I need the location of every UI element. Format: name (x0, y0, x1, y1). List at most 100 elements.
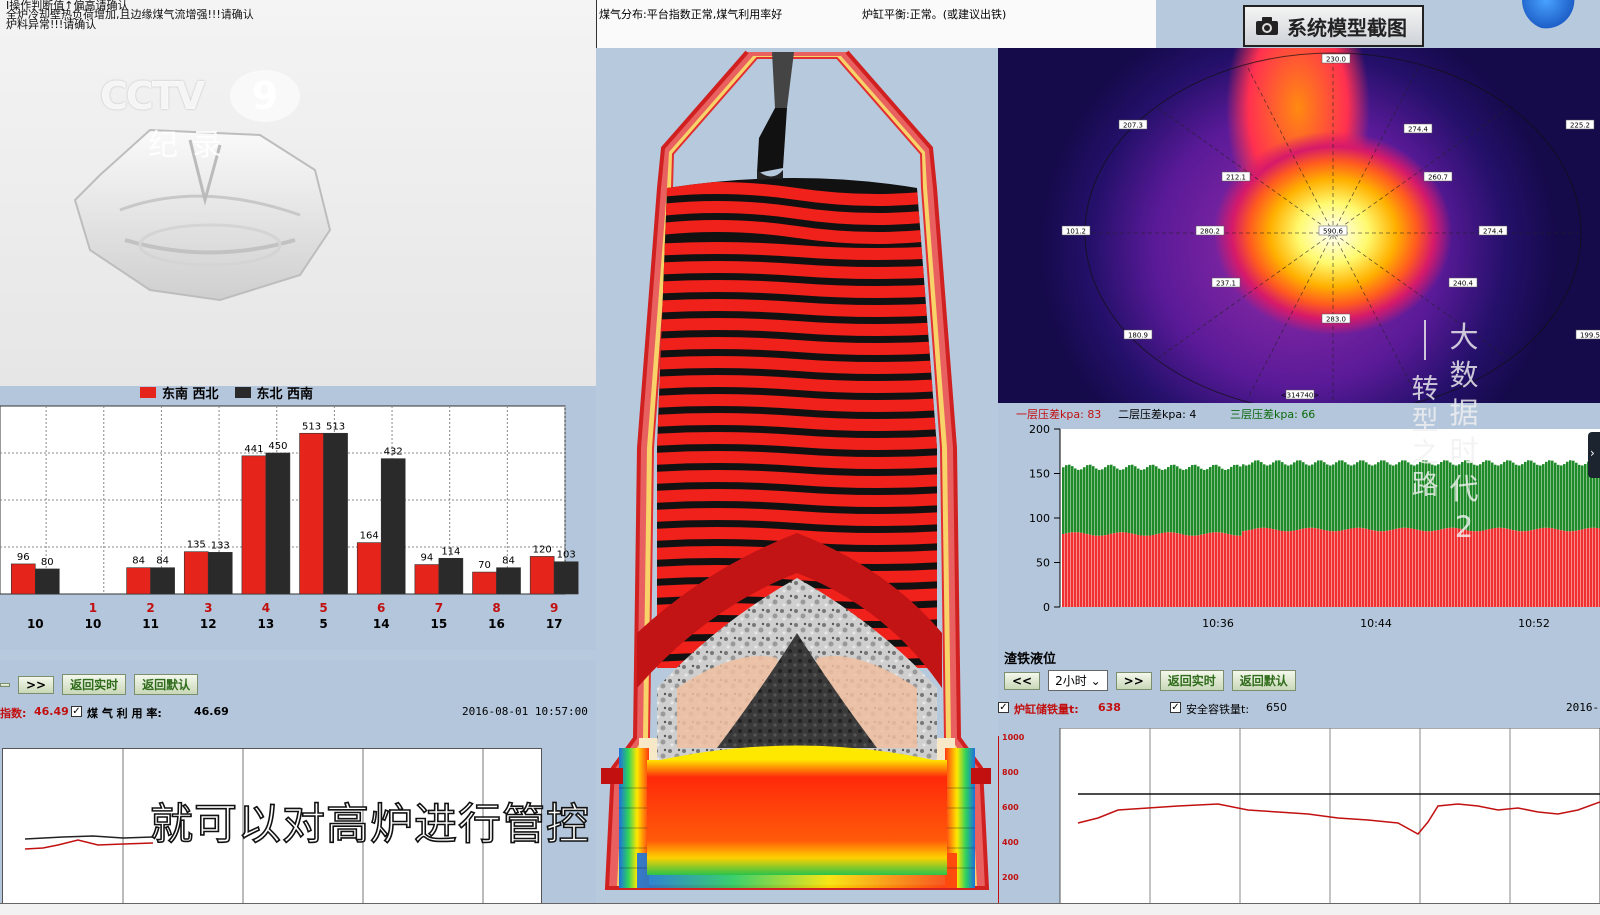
stack-bar-green (1485, 460, 1488, 530)
stack-bar-red (1377, 531, 1380, 607)
pressure-l1-label: 一层压差kpa: (1016, 408, 1084, 421)
stack-bar-red (1305, 528, 1308, 607)
stack-bar-green (1305, 464, 1308, 529)
stack-bar-red (1551, 528, 1554, 607)
stack-bar-red (1233, 535, 1236, 607)
stack-bar-green (1299, 460, 1302, 530)
blast-furnace-cross-section (601, 50, 991, 890)
time-range-select[interactable]: 2小时 ⌄ (1048, 670, 1108, 691)
stack-bar-red (1080, 532, 1083, 607)
pressure-l2-value: 4 (1189, 408, 1197, 421)
stack-bar-green (1521, 464, 1524, 532)
stack-bar-green (1170, 465, 1173, 533)
bar-chart: 96 801011084 84211135 133312441 450413513 513… (0, 405, 579, 631)
stack-bar-red (1554, 528, 1557, 607)
stack-bar-red (1290, 531, 1293, 607)
bar-southeast-northwest (356, 542, 382, 595)
stack-bar-green (1539, 465, 1542, 529)
stack-bar-red (1131, 533, 1134, 607)
stack-bar-green (1404, 460, 1407, 528)
return-default-button[interactable]: 返回默认 (134, 674, 199, 695)
stack-bar-red (1587, 528, 1590, 607)
stack-bar-green (1173, 464, 1176, 533)
safe-capacity-checkbox[interactable]: ✓ (1170, 702, 1181, 713)
stack-bar-green (1578, 464, 1581, 531)
next-button-right[interactable]: >> (1115, 671, 1152, 690)
heatmap-label: 101.2 (1066, 228, 1086, 236)
stack-bar-red (1086, 534, 1089, 607)
bar-northeast-southwest (150, 567, 175, 595)
stack-bar-red (1560, 530, 1563, 607)
stack-bar-green (1062, 467, 1065, 535)
iron-level-line-chart: 1000 800 600 400 200 (998, 728, 1600, 913)
stack-bar-green (1191, 465, 1194, 536)
stack-bar-red (1302, 528, 1305, 607)
stack-bar-red (1494, 528, 1497, 607)
return-default-button-right[interactable]: 返回默认 (1231, 670, 1296, 691)
next-button[interactable]: >> (18, 675, 55, 694)
stack-bar-red (1245, 530, 1248, 607)
stack-bar-green (1146, 467, 1149, 536)
system-model-screenshot-button[interactable]: 系统模型截图 (1243, 5, 1424, 47)
prev-partial-button[interactable] (0, 682, 10, 687)
tap-hole-left (601, 768, 623, 784)
stack-bar-green (1512, 462, 1515, 531)
stack-bar-green (1200, 468, 1203, 535)
heatmap-label: 212.1 (1226, 174, 1246, 182)
stack-bar-red (1485, 529, 1488, 607)
heatmap-label: 280.2 (1200, 228, 1220, 236)
stack-bar-red (1119, 532, 1122, 607)
stack-bar-green (1359, 460, 1362, 528)
heatmap-label: 274.4 (1408, 126, 1429, 134)
pressure-stacked-chart: 200 150 100 50 0 10:36 10:44 10:52 (1029, 423, 1600, 630)
logo-subtitle: 纪录 (148, 128, 236, 163)
stack-bar-green (1119, 469, 1122, 533)
stack-bar-green (1212, 464, 1215, 533)
bar-value-label: 114 (441, 546, 460, 557)
bar-value-label: 513 (326, 421, 345, 432)
stack-bar-green (1227, 469, 1230, 535)
stack-bar-green (1329, 465, 1332, 532)
prev-button[interactable]: << (1004, 671, 1041, 690)
index-value: 46.49 (34, 705, 69, 718)
stack-bar-red (1065, 533, 1068, 607)
bar-southeast-northwest (529, 556, 555, 595)
stack-bar-green (1320, 460, 1323, 530)
stack-bar-red (1257, 528, 1260, 607)
stack-bar-red (1536, 528, 1539, 607)
bar-value-label: 441 (244, 444, 263, 455)
stack-bar-green (1290, 464, 1293, 532)
stack-bar-red (1179, 533, 1182, 607)
stack-bar-green (1323, 462, 1326, 530)
warning-line-3: 炉料异常!!!请确认 (6, 18, 97, 31)
stack-bar-red (1518, 531, 1521, 607)
gas-util-checkbox[interactable]: ✓ (71, 706, 82, 717)
slag-iron-level-title: 渣铁液位 (1004, 652, 1057, 667)
stack-bar-green (1509, 460, 1512, 530)
pressure-bar-panel: 东南 西北 东北 西南 96 80 10 1 10 84 84 2 11 135 133 3 12 441… (0, 386, 596, 650)
bar-category-bottom: 16 (488, 617, 505, 631)
stack-bar-green (1362, 460, 1365, 529)
heatmap-label: 207.3 (1123, 122, 1143, 130)
stack-bar-green (1107, 465, 1110, 535)
stack-bar-red (1488, 529, 1491, 607)
safe-capacity-value: 650 (1266, 701, 1287, 714)
bar-value-label: 103 (557, 550, 576, 561)
stack-bar-red (1575, 530, 1578, 607)
stack-bar-red (1197, 535, 1200, 607)
side-collapse-tab[interactable]: › (1588, 432, 1600, 478)
stack-ytick-label: 200 (1029, 423, 1050, 436)
stack-bar-red (1167, 532, 1170, 607)
stack-bar-green (1380, 460, 1383, 532)
iron-storage-checkbox[interactable]: ✓ (998, 702, 1009, 713)
stack-bar-red (1068, 532, 1071, 607)
stack-bar-red (1503, 528, 1506, 607)
level-ytick-label: 400 (1002, 838, 1019, 847)
stack-bar-red (1077, 532, 1080, 607)
gas-util-panel: >> 返回实时 返回默认 指数: 46.49 ✓ 煤 气 利 用 率: 46.6… (0, 660, 596, 915)
stack-bar-green (1500, 464, 1503, 528)
stack-bar-red (1158, 533, 1161, 607)
return-realtime-button-right[interactable]: 返回实时 (1159, 670, 1224, 691)
return-realtime-button[interactable]: 返回实时 (62, 674, 127, 695)
gas-distribution-status: 煤气分布:平台指数正常,煤气利用率好 (599, 8, 783, 21)
